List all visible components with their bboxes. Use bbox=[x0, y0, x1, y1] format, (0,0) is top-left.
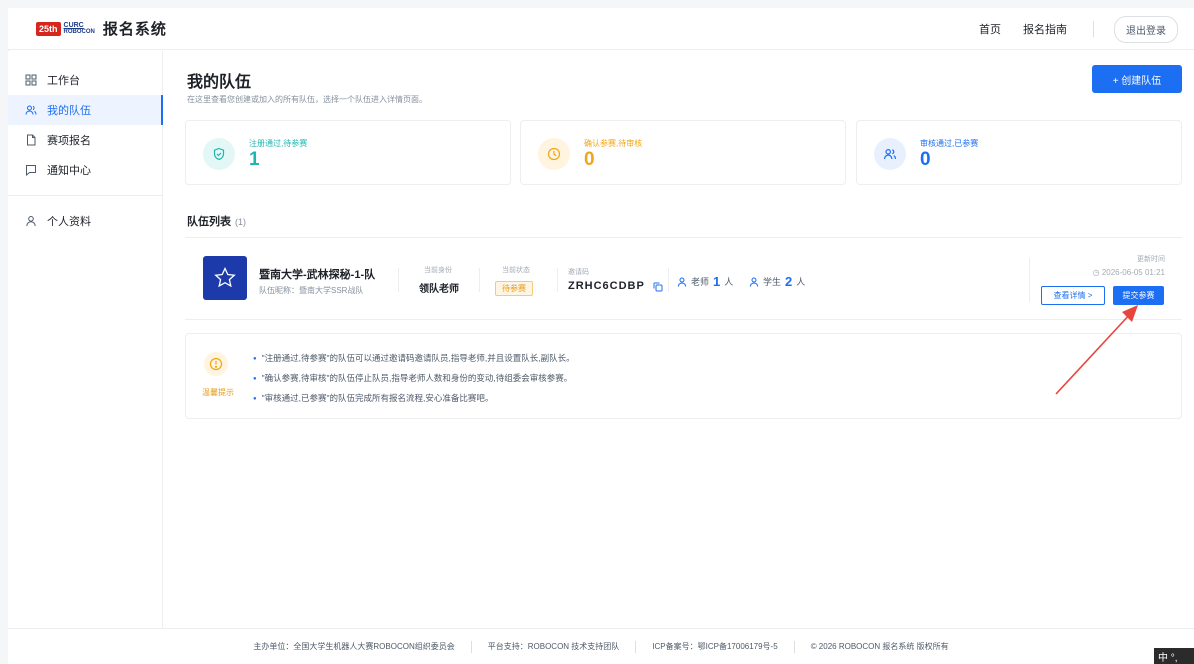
logout-button[interactable]: 退出登录 bbox=[1114, 15, 1178, 43]
users-icon bbox=[874, 138, 906, 170]
nav-guide[interactable]: 报名指南 bbox=[1023, 21, 1067, 37]
stat-value: 0 bbox=[584, 149, 595, 170]
footer: 主办单位：全国大学生机器人大赛ROBOCON组织委员会 平台支持：ROBOCON… bbox=[8, 628, 1194, 664]
page-description: 在这里查看您创建或加入的所有队伍，选择一个队伍进入详情页面。 bbox=[187, 95, 427, 104]
shield-check-icon bbox=[203, 138, 235, 170]
student-count: 学生 2 人 bbox=[749, 274, 805, 289]
tip-line: "确认参赛,待审核"的队伍停止队员,指导老师人数和身份的变动,待组委会审核参赛。 bbox=[253, 372, 573, 384]
sidebar-item-label: 工作台 bbox=[47, 75, 80, 87]
teacher-count-value: 1 bbox=[713, 274, 721, 289]
sidebar-item-my-teams[interactable]: 我的队伍 bbox=[8, 95, 163, 125]
logo-line2: ROBOCON bbox=[63, 28, 95, 35]
top-header: 25th CURC ROBOCON 报名系统 首页 报名指南 退出登录 bbox=[8, 8, 1194, 50]
stat-label: 审核通过,已参赛 bbox=[920, 139, 979, 148]
team-name: 暨南大学-武林探秘-1-队 bbox=[259, 269, 376, 281]
ime-indicator[interactable]: 中 °, bbox=[1154, 648, 1194, 664]
sidebar: 工作台 我的队伍 赛项报名 通知中心 个人资料 bbox=[8, 51, 163, 628]
invite-code: ZRHC6CDBP bbox=[568, 280, 645, 292]
stat-label: 确认参赛,待审核 bbox=[584, 139, 643, 148]
role-label: 当前身份 bbox=[424, 267, 452, 274]
stat-card-pending: 确认参赛,待审核 0 bbox=[520, 120, 846, 185]
create-team-button[interactable]: + 创建队伍 bbox=[1092, 65, 1182, 93]
copy-icon[interactable] bbox=[653, 281, 663, 295]
student-count-value: 2 bbox=[785, 274, 793, 289]
star-icon bbox=[214, 266, 236, 288]
header-nav: 首页 报名指南 退出登录 bbox=[957, 8, 1178, 50]
nav-divider bbox=[1093, 21, 1094, 37]
student-label: 学生 bbox=[763, 277, 782, 287]
tips-card: 温馨提示 "注册通过,待参赛"的队伍可以通过邀请码邀请队员,指导老师,并且设置队… bbox=[185, 333, 1182, 419]
team-nickname: 队伍昵称：暨南大学SSR战队 bbox=[259, 286, 364, 295]
teacher-unit: 人 bbox=[724, 277, 734, 287]
users-icon bbox=[25, 104, 37, 116]
update-time-value: 2026-06-05 01:21 bbox=[1101, 268, 1165, 277]
annotation-arrow bbox=[1055, 305, 1138, 395]
nav-home[interactable]: 首页 bbox=[979, 21, 1001, 37]
footer-divider bbox=[793, 640, 795, 653]
update-time: ◷ 2026-06-05 01:21 bbox=[1093, 268, 1165, 277]
student-unit: 人 bbox=[796, 277, 806, 287]
clock-icon: ◷ bbox=[1092, 268, 1102, 277]
footer-icp[interactable]: ICP备案号：鄂ICP备17006179号-5 bbox=[652, 641, 777, 652]
page-title: 我的队伍 bbox=[187, 74, 252, 91]
stat-label: 注册通过,待参赛 bbox=[249, 139, 308, 148]
divider bbox=[668, 268, 669, 292]
team-avatar bbox=[203, 256, 247, 300]
app-title: 报名系统 bbox=[102, 21, 167, 38]
status-label: 当前状态 bbox=[502, 267, 530, 274]
tip-line: "审核通过,已参赛"的队伍完成所有报名流程,安心准备比赛吧。 bbox=[253, 392, 494, 404]
footer-divider bbox=[470, 640, 472, 653]
update-label: 更新时间 bbox=[1137, 256, 1165, 263]
team-list-label: 队伍列表 bbox=[187, 216, 231, 228]
logo-badge: 25th bbox=[36, 21, 61, 36]
tip-line: "注册通过,待参赛"的队伍可以通过邀请码邀请队员,指导老师,并且设置队长,副队长… bbox=[253, 352, 575, 364]
sidebar-item-profile[interactable]: 个人资料 bbox=[8, 206, 163, 236]
teacher-label: 老师 bbox=[691, 277, 710, 287]
footer-divider bbox=[635, 640, 637, 653]
message-icon bbox=[25, 164, 37, 176]
team-list-title: 队伍列表 (1) bbox=[187, 213, 246, 229]
stat-value: 1 bbox=[249, 149, 260, 170]
logo[interactable]: 25th CURC ROBOCON 报名系统 bbox=[36, 18, 167, 39]
stat-card-approved: 审核通过,已参赛 0 bbox=[856, 120, 1182, 185]
divider bbox=[479, 268, 480, 292]
team-list-count: (1) bbox=[235, 217, 246, 227]
teacher-count: 老师 1 人 bbox=[677, 274, 733, 289]
sidebar-item-notifications[interactable]: 通知中心 bbox=[8, 155, 163, 185]
sidebar-item-label: 个人资料 bbox=[47, 216, 91, 228]
footer-support: 平台支持：ROBOCON 技术支持团队 bbox=[487, 642, 620, 651]
invite-label: 邀请码 bbox=[568, 269, 589, 276]
divider bbox=[557, 268, 558, 292]
info-icon bbox=[204, 352, 228, 376]
sidebar-item-label: 通知中心 bbox=[47, 165, 91, 177]
sidebar-item-workbench[interactable]: 工作台 bbox=[8, 65, 163, 95]
divider bbox=[1029, 258, 1030, 302]
footer-copyright: © 2026 ROBOCON 报名系统 版权所有 bbox=[810, 642, 949, 651]
file-icon bbox=[25, 134, 37, 146]
user-icon bbox=[25, 215, 37, 227]
sidebar-divider bbox=[8, 195, 163, 196]
ime-text: 中 °, bbox=[1158, 652, 1178, 664]
team-card[interactable]: 暨南大学-武林探秘-1-队 队伍昵称：暨南大学SSR战队 当前身份 领队老师 当… bbox=[185, 238, 1182, 320]
stat-card-registered: 注册通过,待参赛 1 bbox=[185, 120, 511, 185]
footer-organizer: 主办单位：全国大学生机器人大赛ROBOCON组织委员会 bbox=[253, 642, 455, 651]
teacher-icon bbox=[677, 277, 687, 287]
grid-icon bbox=[25, 74, 37, 86]
student-icon bbox=[749, 277, 759, 287]
tips-label: 温馨提示 bbox=[202, 388, 234, 397]
divider bbox=[398, 268, 399, 292]
clock-icon bbox=[538, 138, 570, 170]
sidebar-item-registration[interactable]: 赛项报名 bbox=[8, 125, 163, 155]
sidebar-item-label: 我的队伍 bbox=[47, 105, 91, 117]
stat-value: 0 bbox=[920, 149, 931, 170]
role-value: 领队老师 bbox=[419, 284, 459, 295]
logo-curc: CURC ROBOCON bbox=[63, 22, 95, 35]
status-badge: 待参赛 bbox=[495, 281, 533, 296]
sidebar-item-label: 赛项报名 bbox=[47, 135, 91, 147]
